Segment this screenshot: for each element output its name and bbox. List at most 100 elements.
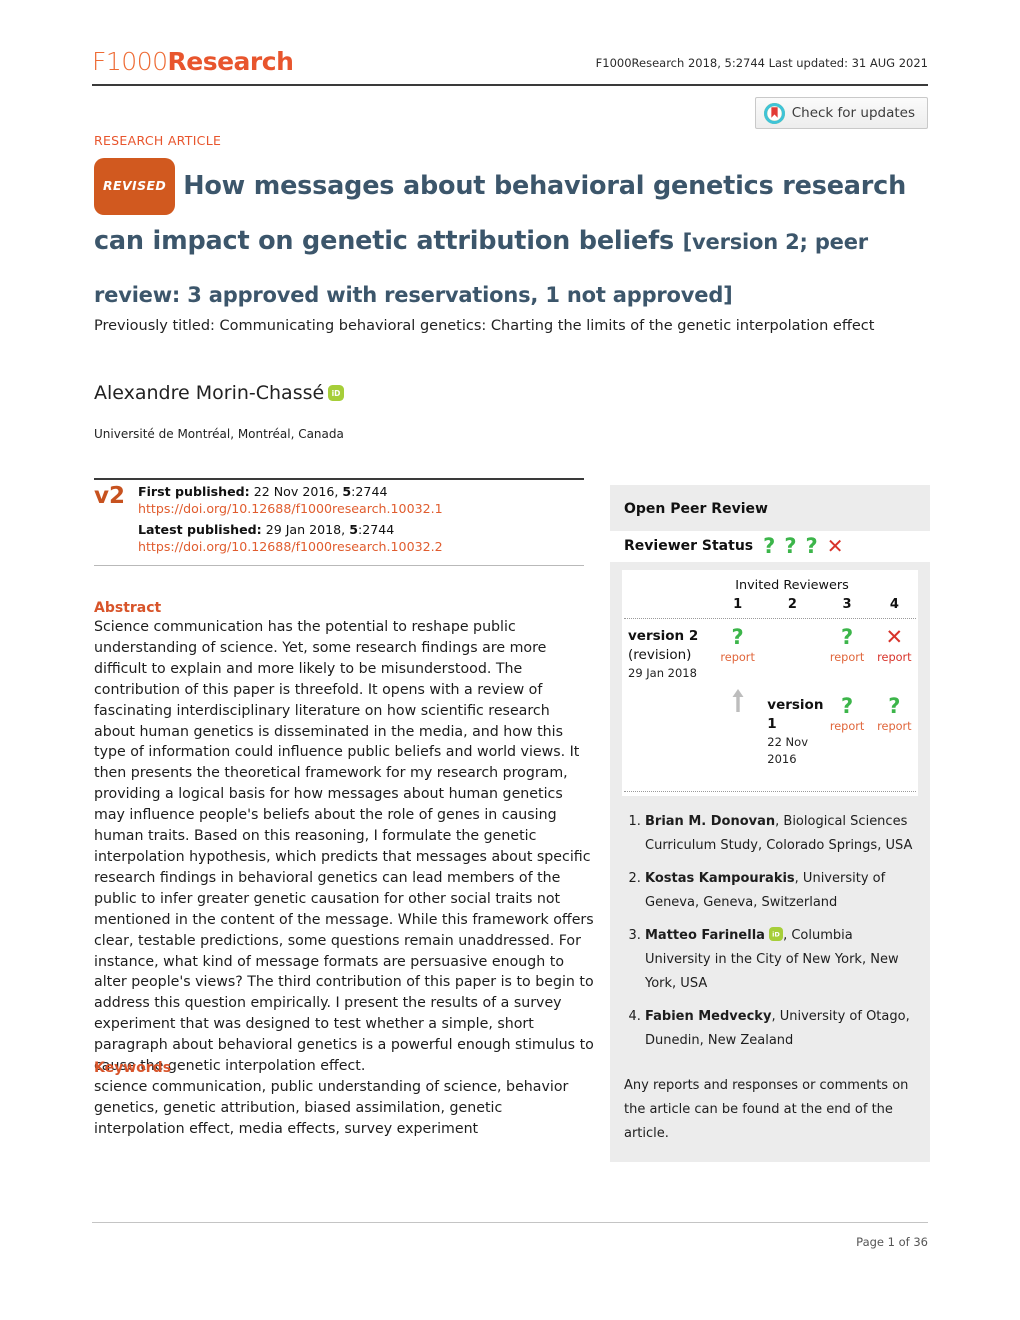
publication-divider-bottom: [94, 565, 584, 566]
report-link-v2-r1[interactable]: report: [714, 651, 761, 664]
logo-f1000-text: F1000: [92, 47, 168, 76]
reviewer-list: Brian M. Donovan, Biological Sciences Cu…: [610, 796, 930, 1068]
check-for-updates-button[interactable]: Check for updates: [754, 97, 928, 129]
review-icon-v1-r2: ?: [888, 694, 901, 718]
masthead: F1000Research F1000Research 2018, 5:2744…: [92, 48, 928, 84]
first-published-line: First published: 22 Nov 2016, 5:2744: [138, 484, 443, 501]
previous-title: Previously titled: Communicating behavio…: [94, 318, 875, 334]
version-2-label: version 2 (revision) 29 Jan 2018: [622, 619, 714, 688]
review-cell-v1-r3: [622, 774, 714, 791]
first-published-volume: 5: [342, 484, 352, 499]
report-link-v2-r4[interactable]: report: [871, 651, 918, 664]
reviewer-column-4: 4: [889, 597, 899, 612]
f1000research-logo: F1000Research: [92, 47, 294, 76]
svg-text:iD: iD: [772, 931, 780, 939]
invited-reviewers-label: Invited Reviewers: [735, 578, 849, 593]
review-icon-v2-r1: ?: [731, 625, 744, 649]
latest-published-label: Latest published:: [138, 522, 262, 537]
reviewer-1-name[interactable]: Brian M. Donovan: [645, 814, 775, 829]
version-2-date: 29 Jan 2018: [628, 666, 697, 680]
version-2-sublabel: (revision): [628, 647, 692, 663]
review-icon-v2-r3: ?: [840, 625, 854, 649]
reviewer-2-name[interactable]: Kostas Kampourakis: [645, 871, 795, 886]
first-published-date: 22 Nov 2016,: [253, 484, 343, 499]
review-matrix-grid: 1 2 3 4 version 2 (revision) 29 Jan 2018…: [622, 597, 918, 792]
arrow-up-icon: [732, 689, 744, 712]
first-published-label: First published:: [138, 484, 250, 499]
list-item: Kostas Kampourakis, University of Geneva…: [645, 867, 916, 915]
reviewer-status-row: Reviewer Status ? ? ? ✕: [610, 531, 930, 562]
latest-published-date: 29 Jan 2018,: [265, 522, 350, 537]
version-2-name: version 2: [628, 628, 699, 644]
review-icon-v2-r4: ✕: [885, 625, 904, 649]
header-divider: [92, 84, 928, 86]
first-doi-link[interactable]: https://doi.org/10.12688/f1000research.1…: [138, 501, 443, 518]
list-item: Brian M. Donovan, Biological Sciences Cu…: [645, 810, 916, 858]
reviewer-3-name[interactable]: Matteo Farinella: [645, 928, 765, 943]
review-cell-v2-r1[interactable]: ? report: [714, 619, 761, 670]
review-cell-v1-r2[interactable]: ? report: [871, 688, 918, 739]
reviewer-4-name[interactable]: Fabien Medvecky: [645, 1009, 771, 1024]
open-peer-review-title: Open Peer Review: [624, 501, 768, 517]
review-cell-v1-r1[interactable]: ? report: [823, 688, 870, 739]
latest-published-line: Latest published: 29 Jan 2018, 5:2744: [138, 522, 443, 539]
publication-info: v2 First published: 22 Nov 2016, 5:2744 …: [94, 484, 594, 555]
title-block: REVISED How messages about behavioral gen…: [94, 158, 930, 321]
revised-badge: REVISED: [94, 158, 176, 215]
version-1-label: version 1 22 Nov 2016: [761, 688, 823, 774]
article-type-label: RESEARCH ARTICLE: [94, 133, 222, 148]
article-page: F1000Research F1000Research 2018, 5:2744…: [0, 0, 1020, 1320]
crossmark-icon: [763, 102, 785, 124]
keywords-heading: Keywords: [94, 1060, 172, 1076]
review-cell-v2-r2: [761, 619, 823, 636]
report-link-v1-r1[interactable]: report: [823, 720, 870, 733]
reviewer-column-2: 2: [787, 597, 797, 612]
review-icon-v1-r1: ?: [840, 694, 854, 718]
version-1-date: 22 Nov 2016: [767, 735, 808, 766]
first-published-page: :2744: [351, 484, 388, 499]
open-peer-review-panel: Open Peer Review Reviewer Status ? ? ? ✕…: [610, 485, 930, 1162]
peer-review-note: Any reports and responses or comments on…: [624, 1078, 909, 1141]
keywords-body: science communication, public understand…: [94, 1079, 569, 1137]
orcid-icon[interactable]: iD: [328, 385, 345, 401]
publication-divider-top: [94, 478, 584, 480]
header-citation: F1000Research 2018, 5:2744 Last updated:…: [595, 56, 928, 70]
version-1-name: version 1: [767, 697, 824, 732]
status-icon-cross-4: ✕: [826, 534, 844, 558]
keywords-section: Keywords science communication, public u…: [94, 1060, 594, 1140]
report-link-v1-r2[interactable]: report: [871, 720, 918, 733]
latest-doi-link[interactable]: https://doi.org/10.12688/f1000research.1…: [138, 539, 443, 556]
author-affiliation: Université de Montréal, Montréal, Canada: [94, 427, 344, 441]
reviewer-column-1: 1: [733, 597, 743, 612]
review-cell-v2-r4[interactable]: ✕ report: [871, 619, 918, 670]
reviewer-status-icons: ? ? ? ✕: [763, 534, 844, 558]
latest-published-page: :2744: [357, 522, 395, 537]
abstract-section: Abstract Science communication has the p…: [94, 600, 594, 1077]
review-cell-v2-r3[interactable]: ? report: [823, 619, 870, 670]
matrix-divider-bottom: [624, 791, 916, 792]
publication-lines: First published: 22 Nov 2016, 5:2744 htt…: [138, 484, 443, 555]
check-for-updates-label: Check for updates: [791, 105, 915, 121]
footer-divider: [92, 1222, 928, 1223]
status-icon-question-1: ?: [763, 534, 776, 558]
abstract-heading: Abstract: [94, 600, 162, 616]
author-name: Alexandre Morin-Chassé: [94, 382, 325, 404]
abstract-body: Science communication has the potential …: [94, 619, 594, 1075]
author-list: Alexandre Morin-Chassé iD: [94, 380, 345, 406]
latest-published-volume: 5: [349, 522, 358, 537]
status-icon-question-2: ?: [784, 534, 797, 558]
review-cell-v1-r4: [714, 774, 761, 791]
reviewer-column-3: 3: [842, 597, 852, 612]
list-item: Matteo Farinella iD, Columbia University…: [645, 924, 916, 996]
logo-research-text: Research: [167, 47, 294, 76]
version-progression-arrow-wrap: [714, 688, 761, 714]
reviewer-ordered-list: Brian M. Donovan, Biological Sciences Cu…: [626, 810, 916, 1053]
report-link-v2-r3[interactable]: report: [823, 651, 870, 664]
status-icon-question-3: ?: [805, 534, 818, 558]
page-number: Page 1 of 36: [856, 1235, 928, 1249]
svg-text:iD: iD: [332, 389, 341, 398]
review-matrix: Invited Reviewers 1 2 3 4 version 2 (rev…: [622, 570, 918, 796]
orcid-icon[interactable]: iD: [769, 927, 784, 941]
reviewer-status-label: Reviewer Status: [624, 538, 754, 554]
version-tag: v2: [94, 483, 125, 509]
